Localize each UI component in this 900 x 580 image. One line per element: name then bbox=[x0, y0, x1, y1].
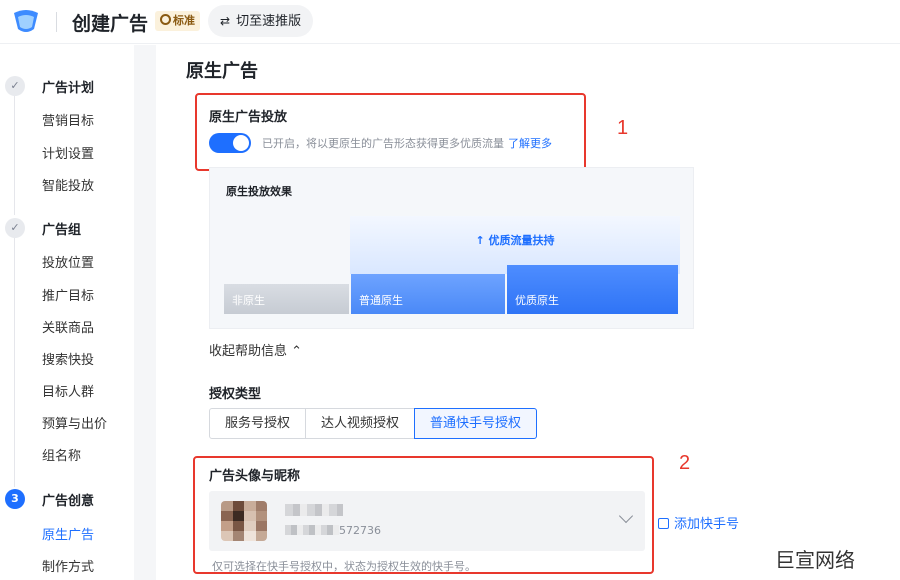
section-title: 原生广告 bbox=[186, 61, 258, 82]
watermark-text: 巨宣网络 bbox=[775, 548, 855, 572]
native-effect-panel: 原生投放效果 ↑ 优质流量扶持 非原生 普通原生 优质原生 bbox=[209, 167, 694, 329]
sidebar-step-ad-group[interactable]: 广告组 bbox=[42, 219, 81, 238]
sidebar-item-linked-products[interactable]: 关联商品 bbox=[42, 317, 94, 336]
bar-normal-native: 普通原生 bbox=[351, 274, 505, 314]
step-number-badge: 3 bbox=[5, 489, 25, 509]
sidebar-rail bbox=[14, 95, 15, 215]
sidebar-step-ad-creative[interactable]: 广告创意 bbox=[42, 490, 94, 509]
sidebar-item-placement[interactable]: 投放位置 bbox=[42, 252, 94, 271]
add-kuaishou-account-link[interactable]: 添加快手号 bbox=[658, 513, 739, 532]
annotation-box-2 bbox=[193, 456, 654, 574]
step-sidebar: ✓ 广告计划 营销目标 计划设置 智能投放 ✓ 广告组 投放位置 推广目标 关联… bbox=[0, 45, 134, 580]
bar-non-native: 非原生 bbox=[224, 284, 349, 314]
step-check-icon: ✓ bbox=[5, 76, 25, 96]
annotation-number-1: 1 bbox=[617, 117, 629, 139]
effect-title: 原生投放效果 bbox=[226, 185, 292, 198]
page-header-title: 创建广告 bbox=[72, 13, 149, 35]
sidebar-item-plan-settings[interactable]: 计划设置 bbox=[42, 143, 94, 162]
auth-type-title: 授权类型 bbox=[209, 387, 262, 402]
top-header: 创建广告 标准 ⇄ 切至速推版 bbox=[0, 0, 900, 44]
bar-label: 优质原生 bbox=[515, 294, 559, 307]
sidebar-item-search-boost[interactable]: 搜索快投 bbox=[42, 349, 94, 368]
swap-icon: ⇄ bbox=[220, 14, 231, 28]
sidebar-item-promotion-target[interactable]: 推广目标 bbox=[42, 285, 94, 304]
standard-badge: 标准 bbox=[155, 11, 200, 31]
layout-gutter bbox=[134, 45, 156, 580]
annotation-number-2: 2 bbox=[679, 452, 691, 474]
sidebar-item-group-name[interactable]: 组名称 bbox=[42, 445, 81, 464]
sidebar-item-budget-bid[interactable]: 预算与出价 bbox=[42, 413, 107, 432]
auth-option-service-account[interactable]: 服务号授权 bbox=[209, 408, 306, 439]
bar-label: 非原生 bbox=[232, 294, 265, 307]
add-account-label: 添加快手号 bbox=[674, 517, 740, 532]
auth-option-influencer-video[interactable]: 达人视频授权 bbox=[305, 408, 415, 439]
badge-label: 标准 bbox=[173, 14, 195, 27]
collapse-help-link[interactable]: 收起帮助信息 ⌃ bbox=[209, 340, 302, 359]
annotation-box-1 bbox=[195, 93, 586, 171]
sidebar-step-ad-plan[interactable]: 广告计划 bbox=[42, 77, 94, 96]
sidebar-item-production-method[interactable]: 制作方式 bbox=[42, 556, 94, 575]
app-logo-icon bbox=[14, 10, 38, 32]
auth-option-normal-kuaishou[interactable]: 普通快手号授权 bbox=[414, 408, 537, 439]
badge-icon bbox=[160, 14, 171, 25]
sidebar-item-marketing-goal[interactable]: 营销目标 bbox=[42, 110, 94, 129]
switch-version-label: 切至速推版 bbox=[236, 14, 302, 29]
sidebar-rail bbox=[14, 237, 15, 487]
header-divider bbox=[56, 12, 57, 32]
sidebar-item-native-ad[interactable]: 原生广告 bbox=[42, 524, 94, 543]
bar-quality-native: 优质原生 bbox=[507, 265, 678, 314]
sidebar-item-target-audience[interactable]: 目标人群 bbox=[42, 381, 94, 400]
switch-version-button[interactable]: ⇄ 切至速推版 bbox=[208, 5, 314, 37]
sidebar-item-smart-delivery[interactable]: 智能投放 bbox=[42, 175, 94, 194]
bar-label: 普通原生 bbox=[359, 294, 403, 307]
external-link-icon bbox=[658, 518, 669, 529]
step-check-icon: ✓ bbox=[5, 218, 25, 238]
